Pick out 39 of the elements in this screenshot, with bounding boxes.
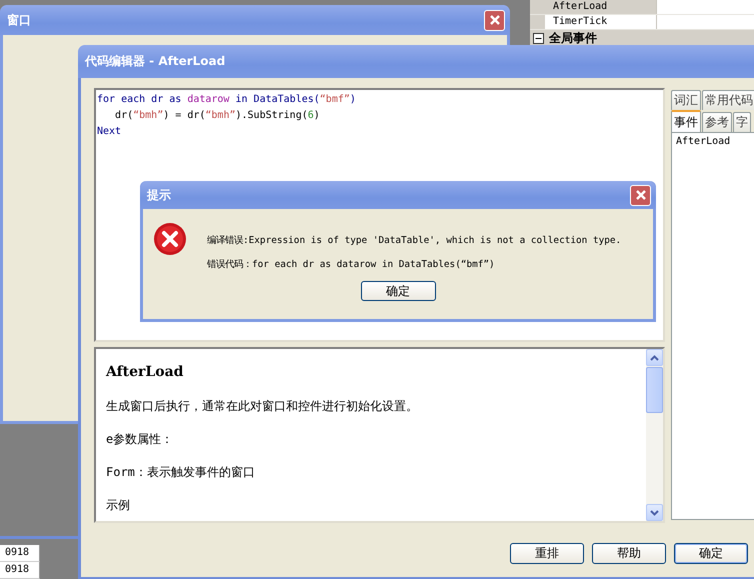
help-paragraph: 生成窗口后执行，通常在此对窗口和控件进行初始化设置。 xyxy=(106,398,419,414)
help-paragraph: Form：表示触发事件的窗口 xyxy=(106,464,256,480)
code-line: Next xyxy=(97,125,122,139)
scroll-down-button[interactable] xyxy=(646,504,663,521)
error-message: 编译错误:Expression is of type 'DataTable', which is not a collection type. xyxy=(207,234,622,248)
dialog-button[interactable]: 帮助 xyxy=(592,543,666,564)
window-title: 代码编辑器 - AfterLoad xyxy=(85,53,226,70)
error-icon xyxy=(153,222,187,256)
chevron-down-icon xyxy=(650,510,659,516)
help-heading: AfterLoad xyxy=(106,363,184,381)
close-button[interactable] xyxy=(630,184,651,206)
property-name[interactable]: TimerTick xyxy=(545,15,657,29)
scroll-thumb[interactable] xyxy=(646,367,663,413)
table-cell: 0918 xyxy=(0,545,40,562)
close-icon xyxy=(634,189,646,201)
help-paragraph: 示例 xyxy=(106,497,131,513)
chevron-up-icon xyxy=(650,354,659,360)
dialog-title: 提示 xyxy=(147,186,171,204)
tab[interactable]: 事件 xyxy=(671,110,701,132)
collapse-icon[interactable] xyxy=(533,32,544,44)
scroll-up-button[interactable] xyxy=(646,349,663,366)
close-icon xyxy=(488,14,500,26)
ok-button[interactable]: 确定 xyxy=(360,281,436,301)
dialog-button[interactable]: 确定 xyxy=(674,543,748,564)
scrollbar[interactable] xyxy=(646,349,663,521)
window-title: 窗口 xyxy=(7,12,31,28)
code-line: for each dr as datarow in DataTables(“bmf”) xyxy=(97,93,357,107)
group-label: 全局事件 xyxy=(549,30,597,46)
dialog-button[interactable]: 重排 xyxy=(510,543,584,564)
tab[interactable]: 字 xyxy=(733,112,751,132)
tab[interactable]: 参考 xyxy=(702,112,732,132)
event-item[interactable]: AfterLoad xyxy=(676,136,730,147)
tab[interactable]: 词汇 xyxy=(671,90,701,110)
help-paragraph: e参数属性： xyxy=(106,431,174,447)
tab[interactable]: 常用代码 xyxy=(702,90,754,110)
error-code: 错误代码：for each dr as datarow in DataTables(“bmf”) xyxy=(207,258,496,272)
close-button[interactable] xyxy=(484,10,505,30)
table-cell: 0918 xyxy=(0,562,40,579)
code-line: dr(“bmh”) = dr(“bmh”).SubString(6) xyxy=(114,109,321,123)
